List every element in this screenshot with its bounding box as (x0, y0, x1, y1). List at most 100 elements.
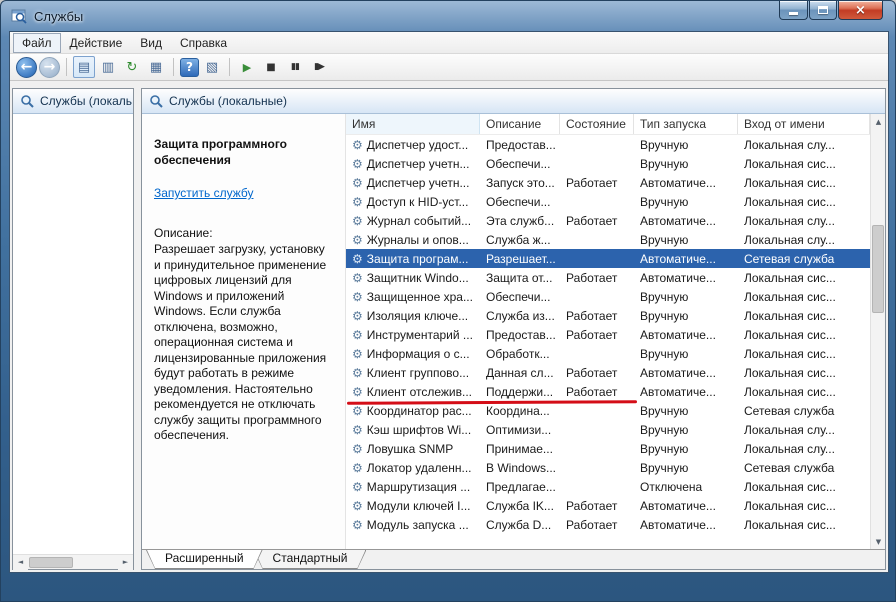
service-row[interactable]: ⚙Ловушка SNMPПринимае...ВручнуюЛокальная… (346, 439, 870, 458)
service-status: Работает (560, 499, 634, 513)
service-row[interactable]: ⚙Защитник Windo...Защита от...РаботаетАв… (346, 268, 870, 287)
service-name: ⚙Журналы и опов... (346, 233, 480, 247)
services-window: Службы × ФайлДействиеВидСправка ←→ ▤▥↻▦?▧… (0, 0, 896, 602)
scrollbar-thumb[interactable] (872, 225, 884, 313)
scrollbar-track[interactable] (871, 129, 885, 534)
service-logon-as: Локальная сис... (738, 271, 870, 285)
service-name: ⚙Изоляция ключе... (346, 309, 480, 323)
service-startup-type: Вручную (634, 233, 738, 247)
service-description: Разрешает... (480, 252, 560, 266)
scroll-down-button[interactable]: ▼ (871, 534, 885, 549)
scroll-up-button[interactable]: ▲ (871, 114, 885, 129)
service-name-text: Диспетчер удост... (367, 138, 468, 152)
service-row[interactable]: ⚙Защита програм...Разрешает...Автоматиче… (346, 249, 870, 268)
tab-extended[interactable]: Расширенный (146, 550, 263, 569)
service-logon-as: Локальная слу... (738, 442, 870, 456)
service-logon-as: Локальная сис... (738, 385, 870, 399)
refresh-button[interactable]: ↻ (121, 56, 143, 78)
gear-icon: ⚙ (352, 500, 363, 512)
gear-icon: ⚙ (352, 329, 363, 341)
properties-button[interactable]: ▦ (145, 56, 167, 78)
pause-service-button[interactable]: ▮▮ (284, 56, 306, 78)
column-header-startup-type[interactable]: Тип запуска (634, 114, 738, 134)
tab-standard[interactable]: Стандартный (254, 550, 367, 569)
service-row[interactable]: ⚙Диспетчер учетн...Запуск это...Работает… (346, 173, 870, 192)
service-name: ⚙Диспетчер учетн... (346, 157, 480, 171)
service-row[interactable]: ⚙Доступ к HID-уст...Обеспечи...ВручнуюЛо… (346, 192, 870, 211)
export-list-button[interactable]: ▥ (97, 56, 119, 78)
service-name-text: Защита програм... (367, 252, 469, 266)
tree-root-label: Службы (локаль (40, 94, 132, 108)
service-row[interactable]: ⚙Диспетчер учетн...Обеспечи...ВручнуюЛок… (346, 154, 870, 173)
service-row[interactable]: ⚙Информация о с...Обработк...ВручнуюЛока… (346, 344, 870, 363)
column-header-description[interactable]: Описание (480, 114, 560, 134)
service-row[interactable]: ⚙Инструментарий ...Предостав...РаботаетА… (346, 325, 870, 344)
show-hide-console-tree-button[interactable]: ▤ (73, 56, 95, 78)
forward-button[interactable]: → (39, 57, 60, 78)
service-description: Служба ж... (480, 233, 560, 247)
service-name-text: Журнал событий... (367, 214, 471, 228)
title-bar[interactable]: Службы × (1, 1, 895, 31)
service-row[interactable]: ⚙Локатор удаленн...В Windows...ВручнуюСе… (346, 458, 870, 477)
stop-service-button[interactable]: ■ (260, 56, 282, 78)
service-description: Служба D... (480, 518, 560, 532)
view-tabs: РасширенныйСтандартный (142, 549, 885, 569)
service-row[interactable]: ⚙Диспетчер удост...Предостав...ВручнуюЛо… (346, 135, 870, 154)
service-logon-as: Локальная сис... (738, 176, 870, 190)
back-button[interactable]: ← (16, 57, 37, 78)
scroll-right-button[interactable]: ► (118, 555, 133, 570)
service-row[interactable]: ⚙Клиент отслежив...Поддержи...РаботаетАв… (346, 382, 870, 401)
help-button[interactable]: ? (180, 58, 199, 77)
service-name: ⚙Инструментарий ... (346, 328, 480, 342)
service-description: Запуск это... (480, 176, 560, 190)
service-startup-type: Вручную (634, 347, 738, 361)
service-startup-type: Вручную (634, 309, 738, 323)
service-name-text: Координатор рас... (367, 404, 472, 418)
service-row[interactable]: ⚙Модуль запуска ...Служба D...РаботаетАв… (346, 515, 870, 534)
toolbar-separator (66, 58, 67, 76)
menu-item-help[interactable]: Справка (171, 33, 236, 53)
tab-label: Расширенный (147, 550, 262, 568)
service-row[interactable]: ⚙Кэш шрифтов Wi...Оптимизи...ВручнуюЛока… (346, 420, 870, 439)
service-row[interactable]: ⚙Журнал событий...Эта служб...РаботаетАв… (346, 211, 870, 230)
column-header-status[interactable]: Состояние (560, 114, 634, 134)
service-name: ⚙Маршрутизация ... (346, 480, 480, 494)
start-service-link[interactable]: Запустить службу (154, 186, 253, 200)
list-vertical-scrollbar[interactable]: ▲ ▼ (870, 114, 885, 549)
column-header-name[interactable]: Имя (346, 114, 480, 134)
close-button[interactable]: × (838, 1, 883, 20)
menu-item-view[interactable]: Вид (131, 33, 171, 53)
service-name-text: Изоляция ключе... (367, 309, 468, 323)
service-row[interactable]: ⚙Журналы и опов...Служба ж...ВручнуюЛока… (346, 230, 870, 249)
description-text: Разрешает загрузку, установку и принудит… (154, 242, 333, 444)
service-startup-type: Автоматиче... (634, 271, 738, 285)
restart-service-button[interactable]: ▮▶ (308, 56, 330, 78)
toolbar: ←→ ▤▥↻▦?▧ ▶■▮▮▮▶ (10, 54, 888, 81)
service-row[interactable]: ⚙Маршрутизация ...Предлагае...ОтключенаЛ… (346, 477, 870, 496)
maximize-button[interactable] (809, 1, 837, 20)
service-row[interactable]: ⚙Клиент группово...Данная сл...РаботаетА… (346, 363, 870, 382)
service-startup-type: Вручную (634, 461, 738, 475)
tree-root-item[interactable]: Службы (локаль (13, 89, 133, 114)
minimize-button[interactable] (779, 1, 808, 20)
service-logon-as: Локальная слу... (738, 214, 870, 228)
service-startup-type: Автоматиче... (634, 176, 738, 190)
scroll-left-button[interactable]: ◄ (13, 555, 28, 570)
gear-icon: ⚙ (352, 405, 363, 417)
service-status: Работает (560, 385, 634, 399)
service-row[interactable]: ⚙Защищенное хра...Обеспечи...ВручнуюЛока… (346, 287, 870, 306)
services-node-icon (20, 94, 34, 108)
service-row[interactable]: ⚙Модули ключей I...Служба IK...РаботаетА… (346, 496, 870, 515)
extended-view-button[interactable]: ▧ (201, 56, 223, 78)
column-header-logon-as[interactable]: Вход от имени (738, 114, 870, 134)
service-logon-as: Локальная сис... (738, 518, 870, 532)
service-row[interactable]: ⚙Изоляция ключе...Служба из...РаботаетВр… (346, 306, 870, 325)
menu-item-action[interactable]: Действие (61, 33, 132, 53)
service-startup-type: Вручную (634, 442, 738, 456)
banner-title: Службы (локальные) (169, 94, 287, 108)
tree-horizontal-scrollbar[interactable]: ◄ ► (13, 554, 133, 569)
start-service-button[interactable]: ▶ (236, 56, 258, 78)
menu-item-file[interactable]: Файл (13, 33, 61, 53)
service-name: ⚙Локатор удаленн... (346, 461, 480, 475)
scrollbar-thumb[interactable] (29, 557, 73, 568)
